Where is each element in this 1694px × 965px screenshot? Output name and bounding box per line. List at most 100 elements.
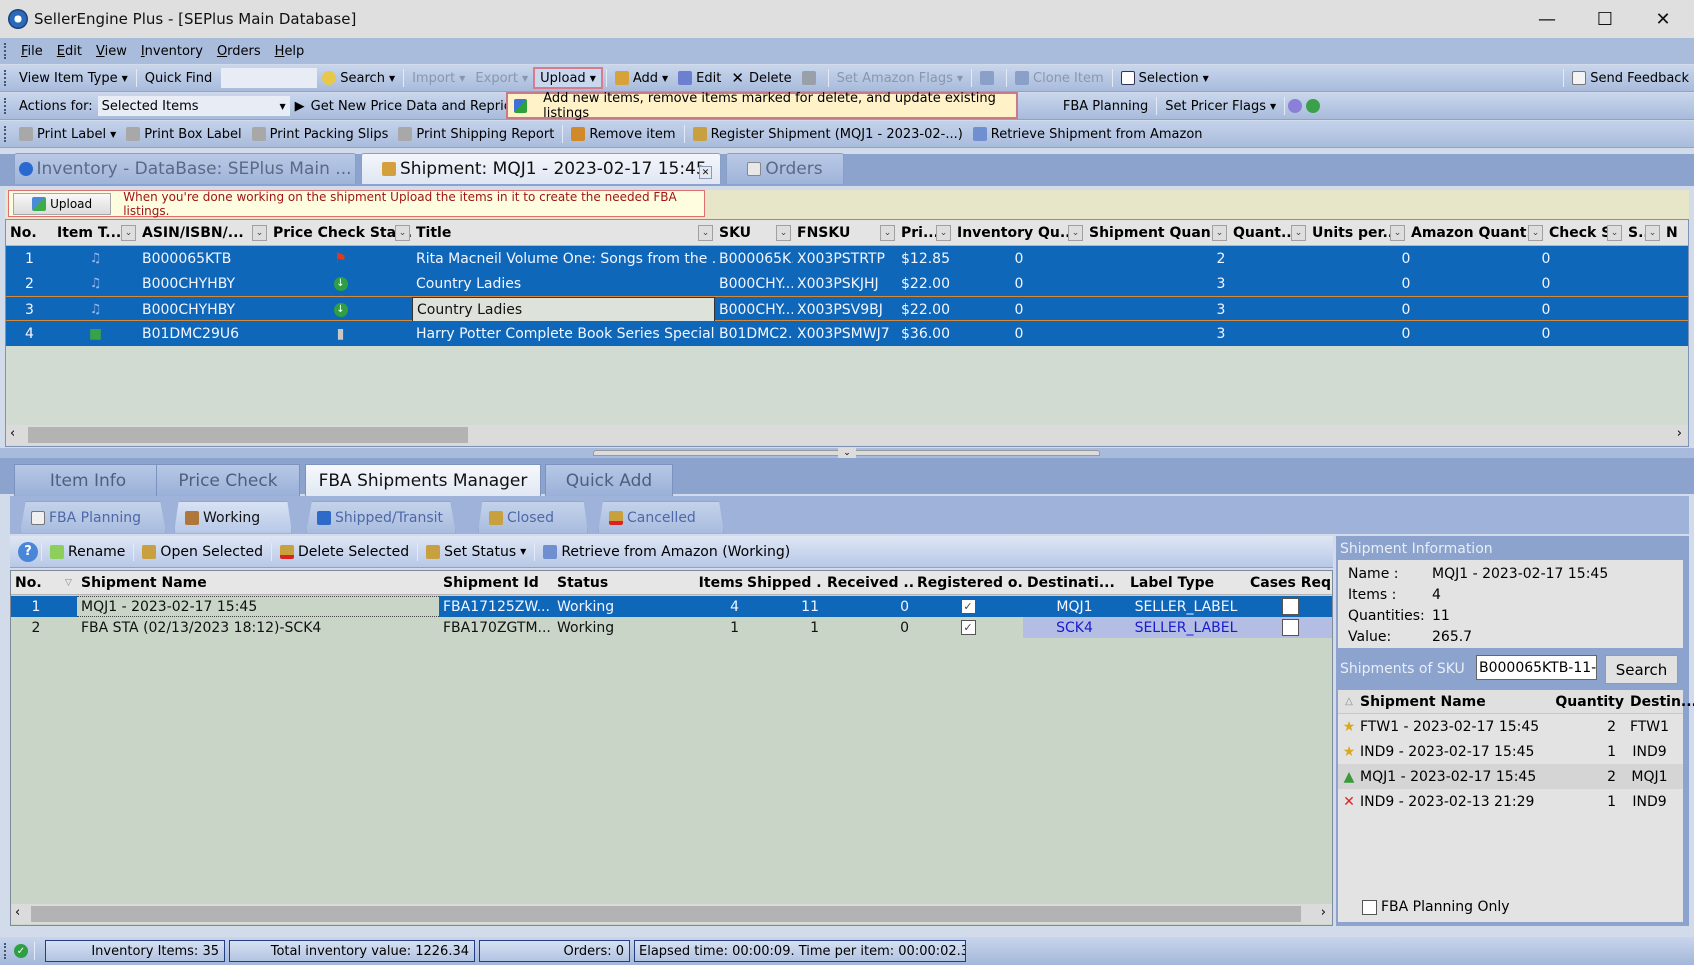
cell-shipment-qty[interactable]: 3 [1156, 271, 1286, 296]
print-button[interactable] [797, 67, 825, 89]
print-packing-slips-button[interactable]: Print Packing Slips [247, 123, 394, 145]
list-item[interactable]: ★ IND9 - 2023-02-17 15:45 1 IND9 [1338, 739, 1683, 764]
cell-amazon-qty[interactable]: 0 [1316, 246, 1496, 271]
col-destination[interactable]: Destin... [1624, 694, 1694, 710]
rename-button[interactable]: Rename [45, 541, 130, 563]
cell-status[interactable]: Working [553, 596, 643, 617]
cell-fnsku[interactable]: X003PSV9BJ [793, 297, 897, 322]
column-header[interactable]: Label Type [1126, 571, 1246, 595]
table-row[interactable]: 1 ♫ B000065KTB ⚑ Rita Macneil Volume One: So… [6, 246, 1688, 271]
column-header[interactable]: No. [6, 220, 53, 246]
cell-no[interactable]: 1 [11, 596, 61, 617]
column-header[interactable]: SKU ⌄ [715, 220, 793, 246]
grip-handle[interactable] [4, 126, 8, 142]
column-header[interactable]: Units per... ⌄ [1308, 220, 1407, 246]
cell-destination[interactable]: SCK4 [1023, 617, 1126, 638]
copy-button[interactable] [975, 67, 1003, 89]
cell-check-status[interactable]: 0 [1506, 321, 1586, 346]
column-header[interactable]: Title ⌄ [412, 220, 715, 246]
column-header[interactable]: Check St... ⌄ [1545, 220, 1634, 246]
export-button[interactable]: Export ▼ [470, 67, 533, 89]
cell-shipment-name[interactable]: FBA STA (02/13/2023 18:12)-SCK4 [77, 617, 439, 638]
actions-for-select[interactable]: Selected Items ▼ [97, 96, 290, 116]
grip-handle[interactable] [4, 70, 8, 86]
print-label-dropdown[interactable]: Print Label ▼ [14, 123, 121, 145]
cell-price[interactable]: $36.00 [897, 321, 953, 346]
fba-planning-only-checkbox[interactable]: FBA Planning Only [1362, 899, 1510, 915]
quick-find-input[interactable] [221, 68, 318, 88]
menu-edit[interactable]: Edit [50, 44, 89, 59]
cell-amazon-qty[interactable]: 0 [1316, 271, 1496, 296]
tab-fba-shipments-manager[interactable]: FBA Shipments Manager [305, 464, 541, 496]
money-icon[interactable] [1306, 99, 1321, 113]
filter-dropdown-icon[interactable]: ⌄ [776, 225, 791, 241]
cell-asin[interactable]: B01DMC29U6 [138, 321, 269, 346]
filter-dropdown-icon[interactable]: ⌄ [1645, 225, 1660, 241]
grip-handle[interactable] [4, 43, 8, 59]
subtab-cancelled[interactable]: Cancelled [598, 501, 724, 533]
filter-dropdown-icon[interactable]: ⌄ [1390, 225, 1405, 241]
filter-dropdown-icon[interactable]: ⌄ [1607, 225, 1622, 241]
cell-inventory-qty[interactable]: 0 [953, 297, 1085, 322]
filter-dropdown-icon[interactable]: ⌄ [698, 225, 713, 241]
scroll-left-icon[interactable]: ‹ [15, 905, 20, 920]
search-button[interactable]: Search ▼ [317, 67, 400, 89]
cell-asin[interactable]: B000CHYHBY [138, 271, 269, 296]
tab-price-check[interactable]: Price Check [156, 464, 300, 496]
filter-dropdown-icon[interactable]: ⌄ [1212, 225, 1227, 241]
close-button[interactable]: ✕ [1634, 0, 1692, 38]
column-header[interactable]: Status [553, 571, 643, 595]
column-header[interactable]: Shipment Quan... ⌄ [1085, 220, 1229, 246]
set-status-dropdown[interactable]: Set Status ▼ [421, 541, 531, 563]
grip-handle[interactable] [4, 98, 8, 114]
collapse-chevron-icon[interactable]: ⌄ [838, 448, 856, 458]
horizontal-scrollbar[interactable]: ‹ › [6, 425, 1688, 445]
sort-icon[interactable]: ▽ [65, 578, 72, 588]
filter-dropdown-icon[interactable]: ⌄ [936, 225, 951, 241]
cell-received[interactable]: 0 [823, 596, 913, 617]
filter-dropdown-icon[interactable]: ⌄ [121, 225, 136, 241]
set-pricer-flags-dropdown[interactable]: Set Pricer Flags ▼ [1160, 95, 1281, 117]
column-header[interactable]: Shipment Id [439, 571, 553, 595]
cell-check-status[interactable]: 0 [1506, 271, 1586, 296]
list-item[interactable]: ▲ MQJ1 - 2023-02-17 15:45 2 MQJ1 [1338, 764, 1683, 789]
cell-amazon-qty[interactable]: 0 [1316, 297, 1496, 322]
minimize-button[interactable]: — [1518, 0, 1576, 38]
cases-required-checkbox[interactable] [1281, 619, 1299, 636]
cell-check-status[interactable]: 0 [1506, 246, 1586, 271]
cases-required-checkbox[interactable] [1281, 598, 1299, 615]
edit-button[interactable]: Edit [673, 67, 726, 89]
cell-shipment-qty[interactable]: 3 [1156, 321, 1286, 346]
pricer-bug-icon[interactable] [1288, 99, 1303, 113]
import-button[interactable]: Import ▼ [407, 67, 470, 89]
column-header[interactable]: Item T... ⌄ [53, 220, 138, 246]
panel-splitter[interactable]: ⌄ [0, 448, 1694, 458]
selection-dropdown[interactable]: Selection ▼ [1116, 67, 1214, 89]
cell-shipped[interactable]: 1 [743, 617, 823, 638]
cell-price[interactable]: $22.00 [897, 271, 953, 296]
column-header[interactable]: Registered o... [913, 571, 1033, 595]
cell-amazon-qty[interactable]: 0 [1316, 321, 1496, 346]
print-box-label-button[interactable]: Print Box Label [121, 123, 246, 145]
column-header[interactable]: Inventory Qu... ⌄ [953, 220, 1085, 246]
cell-items[interactable]: 4 [643, 596, 743, 617]
tab-quick-add[interactable]: Quick Add [545, 464, 673, 496]
print-shipping-report-button[interactable]: Print Shipping Report [393, 123, 559, 145]
cell-shipment-id[interactable]: FBA170ZGTM... [439, 617, 553, 638]
column-header[interactable]: No. [11, 571, 61, 595]
sku-search-input[interactable] [1476, 655, 1597, 680]
subtab-fba-planning[interactable]: FBA Planning [20, 501, 166, 533]
view-item-type-dropdown[interactable]: View Item Type ▼ [14, 67, 133, 89]
cell-items[interactable]: 1 [643, 617, 743, 638]
cell-no[interactable]: 2 [11, 617, 61, 638]
table-row[interactable]: 3 ♫ B000CHYHBY ↓ Country Ladies B000CHY... X00… [6, 296, 1688, 322]
col-shipment-name[interactable]: Shipment Name [1360, 694, 1546, 710]
scroll-right-icon[interactable]: › [1321, 905, 1326, 920]
cell-no[interactable]: 2 [6, 271, 53, 296]
column-header[interactable]: Quant... ⌄ [1229, 220, 1308, 246]
column-header[interactable]: Received ... [823, 571, 919, 595]
cell-shipment-name[interactable]: MQJ1 - 2023-02-17 15:45 [77, 596, 439, 617]
filter-dropdown-icon[interactable]: ⌄ [1528, 225, 1543, 241]
column-header[interactable]: Shipment Name [77, 571, 439, 595]
cell-fnsku[interactable]: X003PSMWJ7 [793, 321, 897, 346]
